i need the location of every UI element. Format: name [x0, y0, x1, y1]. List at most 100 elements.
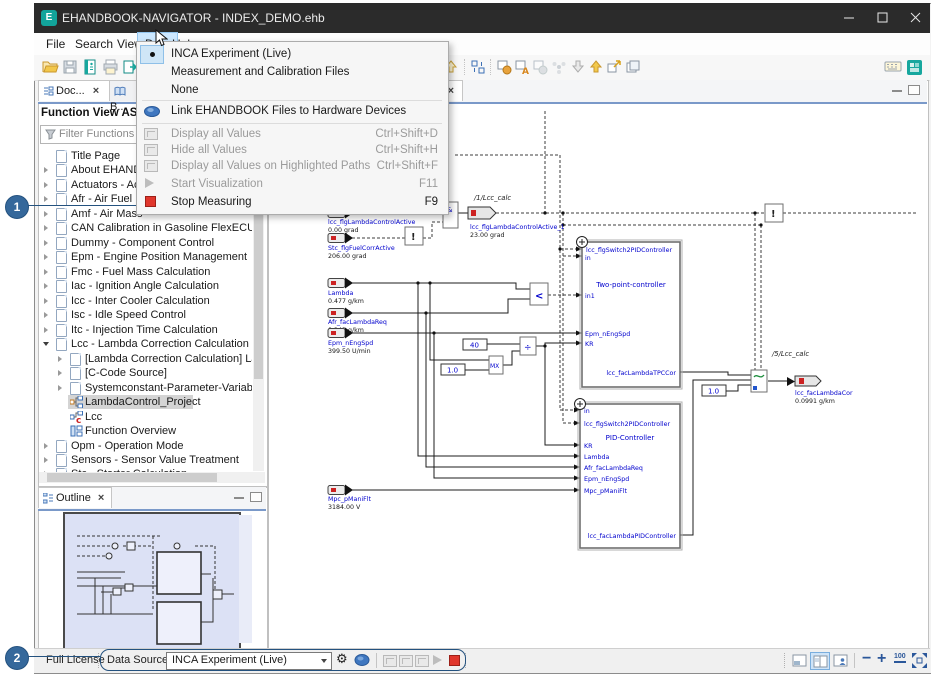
chevron-right-icon[interactable]	[44, 269, 48, 275]
menu-item-measurement-files[interactable]: Measurement and Calibration Files	[137, 63, 448, 81]
expand-collapse-icon[interactable]	[470, 59, 487, 76]
layout-single-icon[interactable]	[792, 654, 807, 667]
menu-item-none[interactable]: None	[137, 81, 448, 99]
tab-documents-close-icon[interactable]: ×	[93, 85, 99, 97]
chevron-right-icon[interactable]	[44, 327, 48, 333]
tree-horizontal-scrollbar[interactable]	[39, 472, 265, 483]
paths-icon[interactable]	[551, 59, 568, 76]
chevron-right-icon[interactable]	[44, 312, 48, 318]
tree-item[interactable]: [Lambda Correction Calculation] Lamb	[38, 352, 252, 366]
switch-block[interactable]	[751, 370, 767, 392]
chevron-down-icon[interactable]	[43, 342, 49, 349]
const-1-0-a[interactable]: 1.0	[441, 364, 465, 375]
port-Lambda[interactable]: Lambda 0.477 g/km	[328, 278, 364, 306]
funnel-icon	[45, 129, 56, 140]
output-port[interactable]: /5/Lcc_calc lcc_facLambdaCor 0.0991 g/km	[771, 350, 853, 405]
zoom-in-button[interactable]: +	[877, 650, 886, 668]
diagram-labels-icon[interactable]: A	[514, 59, 531, 76]
display-values-menu-icon	[144, 128, 158, 140]
close-button[interactable]	[900, 3, 930, 33]
chevron-right-icon[interactable]	[44, 182, 48, 188]
tab-documents[interactable]: Doc... ×	[38, 80, 110, 101]
tree-item-selected[interactable]: LambdaControl_Project	[38, 395, 252, 409]
max-block[interactable]: MX	[489, 356, 503, 374]
copy-view-icon[interactable]	[625, 59, 642, 76]
minimize-view-icon[interactable]	[234, 495, 244, 499]
chevron-right-icon[interactable]	[44, 167, 48, 173]
maximize-button[interactable]	[867, 3, 897, 33]
handbook-icon[interactable]	[82, 59, 99, 76]
minimize-button[interactable]	[834, 3, 864, 33]
port-Stc-flgFuelCorrActive[interactable]: Stc_flgFuelCorrActive 206.00 grad	[328, 233, 395, 261]
tree-item[interactable]: Function Overview	[38, 424, 252, 438]
document-icon	[56, 237, 67, 250]
tree-item[interactable]: Systemconstant-Parameter-Variable-Cl	[38, 381, 252, 395]
editor-maximize-view-icon[interactable]	[908, 85, 920, 95]
chevron-right-icon[interactable]	[44, 225, 48, 231]
layout-split-active[interactable]	[810, 652, 830, 670]
tree-item[interactable]: Sensors - Sensor Value Treatment	[38, 453, 252, 467]
chevron-right-icon[interactable]	[58, 356, 62, 362]
not-block-2[interactable]: !	[765, 204, 783, 222]
port-Epm-nEngSpd[interactable]: Epm_nEngSpd 399.50 U/min	[328, 328, 373, 356]
tree-item[interactable]: Isc - Idle Speed Control	[38, 308, 252, 322]
save-icon[interactable]	[62, 59, 79, 76]
measurement-tag[interactable]: /1/Lcc_calc lcc_flgLambdaControlActive_1…	[468, 194, 565, 239]
tab-outline[interactable]: Outline ×	[38, 487, 112, 508]
zoom-100-button[interactable]: 100	[894, 653, 906, 663]
outline-thumbnail[interactable]	[63, 512, 241, 650]
menu-item-link-hardware[interactable]: Link EHANDBOOK Files to Hardware Devices	[137, 102, 448, 121]
pid-controller-block[interactable]: in lcc_flgSwitch2PIDController PID-Contr…	[575, 399, 683, 551]
tree-item[interactable]: Opm - Operation Mode	[38, 439, 252, 453]
tree-item[interactable]: [C-Code Source]	[38, 366, 252, 380]
port-Mpc-pManiFlt[interactable]: Mpc_pManiFlt 3184.00 V	[328, 485, 371, 512]
not-block-1[interactable]: !	[405, 227, 423, 245]
svg-text:lcc_flgSwitch2PIDController: lcc_flgSwitch2PIDController	[586, 247, 672, 254]
chevron-right-icon[interactable]	[44, 283, 48, 289]
const-1-0-b[interactable]: 1.0	[702, 385, 726, 396]
two-point-controller-block[interactable]: lcc_flgSwitch2PIDController in Two-point…	[577, 237, 683, 390]
menu-item-inca-experiment[interactable]: INCA Experiment (Live)	[137, 45, 448, 64]
open-file-icon[interactable]	[42, 59, 59, 76]
chevron-right-icon[interactable]	[44, 196, 48, 202]
arrow-up-yellow-icon[interactable]	[588, 59, 605, 76]
chevron-right-icon[interactable]	[44, 443, 48, 449]
svg-text:!: !	[411, 232, 416, 243]
tree-item[interactable]: Dummy - Component Control	[38, 236, 252, 250]
chevron-right-icon[interactable]	[44, 211, 48, 217]
chevron-right-icon[interactable]	[44, 240, 48, 246]
chevron-right-icon[interactable]	[58, 370, 62, 376]
print-icon[interactable]	[102, 59, 119, 76]
svg-text:206.00 grad: 206.00 grad	[328, 253, 366, 260]
editor-minimize-view-icon[interactable]	[892, 88, 902, 92]
layout-person-icon[interactable]	[833, 654, 848, 667]
tree-item[interactable]: CAN Calibration in Gasoline FlexECU	[38, 221, 252, 235]
menu-item-stop-measuring[interactable]: Stop Measuring F9	[137, 192, 448, 210]
chevron-right-icon[interactable]	[44, 254, 48, 260]
arrow-down-gray-icon[interactable]	[570, 59, 587, 76]
chevron-right-icon[interactable]	[44, 298, 48, 304]
divide-block[interactable]: ÷	[520, 337, 536, 355]
tree-item[interactable]: Icc - Inter Cooler Calculation	[38, 294, 252, 308]
diagram-jump-icon[interactable]	[606, 59, 623, 76]
tree-item[interactable]: Itc - Injection Time Calculation	[38, 323, 252, 337]
tree-item[interactable]: Lcc - Lambda Correction Calculation	[38, 337, 252, 351]
tree-item[interactable]: Iac - Ignition Angle Calculation	[38, 279, 252, 293]
tree-item[interactable]: c Lcc	[38, 410, 252, 424]
tab-outline-close-icon[interactable]: ×	[98, 492, 104, 504]
zoom-out-button[interactable]: −	[862, 650, 871, 668]
keyboard-icon[interactable]	[884, 59, 901, 76]
fit-to-screen-button[interactable]	[912, 653, 927, 668]
svg-text:KR: KR	[585, 341, 594, 348]
function-overview-icon	[70, 425, 83, 437]
chevron-right-icon[interactable]	[44, 457, 48, 463]
maximize-view-icon[interactable]	[250, 492, 262, 502]
const-40[interactable]: 40	[463, 339, 487, 350]
tree-item[interactable]: Epm - Engine Position Management	[38, 250, 252, 264]
chevron-right-icon[interactable]	[58, 385, 62, 391]
ehandbook-logo-icon[interactable]	[906, 59, 923, 76]
tree-item[interactable]: Fmc - Fuel Mass Calculation	[38, 265, 252, 279]
diagram-gray-icon[interactable]	[532, 59, 549, 76]
less-than-block[interactable]: <	[530, 283, 548, 305]
diagram-values-icon[interactable]	[496, 59, 513, 76]
